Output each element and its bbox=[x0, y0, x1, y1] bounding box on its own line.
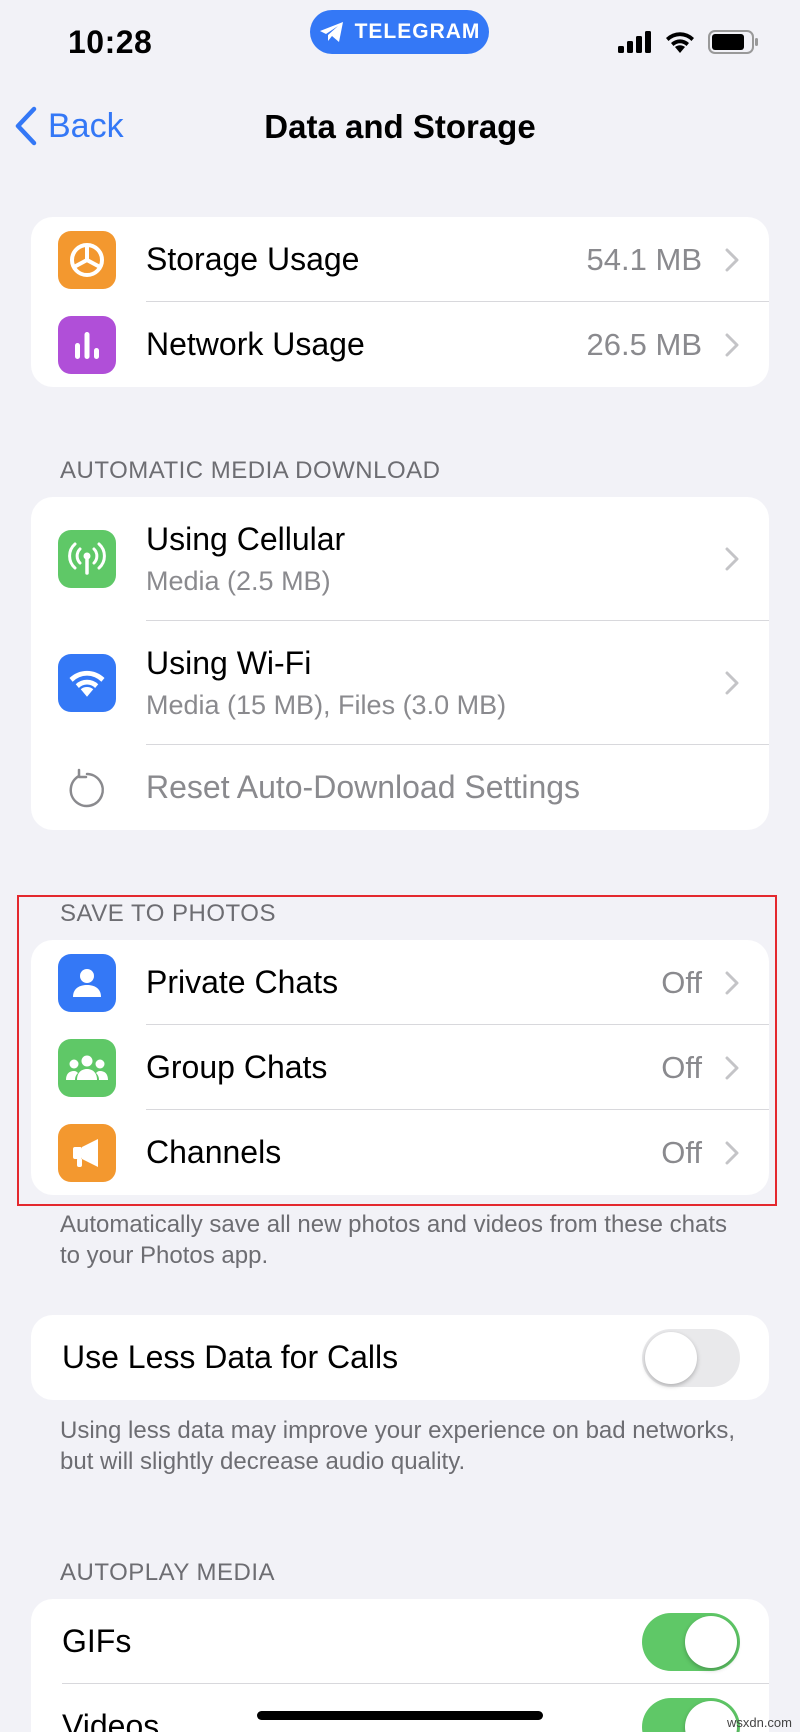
nav-bar: Back Data and Storage bbox=[0, 96, 800, 160]
status-time: 10:28 bbox=[68, 24, 153, 60]
storage-icon-badge bbox=[58, 230, 116, 289]
reset-label: Reset Auto-Download Settings bbox=[146, 769, 581, 805]
calls-group: Use Less Data for Calls bbox=[31, 1315, 769, 1400]
videos-toggle[interactable] bbox=[642, 1697, 740, 1732]
row-value: 54.1 MB bbox=[586, 241, 702, 277]
chevron-right-icon bbox=[725, 1056, 739, 1079]
less-data-calls-toggle[interactable] bbox=[642, 1328, 740, 1387]
network-icon-badge bbox=[58, 315, 116, 374]
reset-icon bbox=[69, 768, 104, 807]
section-header: SAVE TO PHOTOS bbox=[60, 900, 276, 927]
status-bar: 10:28 TELEGRAM bbox=[0, 0, 800, 86]
row-subtitle: Media (15 MB), Files (3.0 MB) bbox=[146, 690, 507, 720]
private-icon-badge bbox=[58, 953, 116, 1012]
section-header: AUTOPLAY MEDIA bbox=[60, 1559, 276, 1586]
reset-icon-badge bbox=[58, 759, 116, 817]
toggle-knob bbox=[685, 1615, 737, 1668]
section-header: AUTOMATIC MEDIA DOWNLOAD bbox=[60, 457, 441, 484]
reset-auto-download-row[interactable]: Reset Auto-Download Settings bbox=[31, 745, 769, 830]
pill-label: TELEGRAM bbox=[354, 20, 481, 43]
row-subtitle: Media (2.5 MB) bbox=[146, 566, 331, 596]
chevron-right-icon bbox=[725, 671, 739, 695]
signal-icon bbox=[618, 31, 651, 53]
using-wifi-row[interactable]: Using Wi-Fi Media (15 MB), Files (3.0 MB… bbox=[31, 621, 769, 745]
megaphone-icon bbox=[73, 1138, 98, 1167]
page-title: Data and Storage bbox=[264, 108, 536, 145]
row-label: Using Wi-Fi bbox=[146, 645, 312, 681]
antenna-icon bbox=[68, 542, 106, 575]
chevron-right-icon bbox=[725, 971, 739, 994]
gifs-row: GIFs bbox=[31, 1599, 769, 1684]
network-usage-row[interactable]: Network Usage 26.5 MB bbox=[31, 302, 769, 387]
auto-download-group: Using Cellular Media (2.5 MB) Using Wi-F… bbox=[31, 497, 769, 830]
paper-plane-icon bbox=[319, 22, 343, 42]
group-chats-row[interactable]: Group Chats Off bbox=[31, 1025, 769, 1110]
group-icon-badge bbox=[58, 1038, 116, 1097]
row-value: Off bbox=[661, 1134, 702, 1170]
pie-chart-icon bbox=[70, 242, 104, 277]
section-footer: Using less data may improve your experie… bbox=[60, 1417, 735, 1475]
row-value: Off bbox=[661, 1049, 702, 1085]
channels-icon-badge bbox=[58, 1123, 116, 1182]
bar-chart-icon bbox=[75, 331, 99, 359]
wifi-status-icon bbox=[666, 32, 694, 53]
row-label: Channels bbox=[146, 1134, 282, 1170]
person-icon bbox=[73, 968, 101, 997]
row-label: Use Less Data for Calls bbox=[62, 1339, 399, 1375]
chevron-right-icon bbox=[725, 1141, 739, 1164]
gifs-toggle[interactable] bbox=[642, 1612, 740, 1671]
chevron-right-icon bbox=[725, 547, 739, 571]
chevron-right-icon bbox=[725, 333, 739, 356]
row-label: GIFs bbox=[62, 1623, 132, 1659]
row-label: Using Cellular bbox=[146, 521, 346, 557]
private-chats-row[interactable]: Private Chats Off bbox=[31, 940, 769, 1025]
videos-row: Videos bbox=[31, 1684, 769, 1732]
row-label: Private Chats bbox=[146, 964, 339, 1000]
channels-row[interactable]: Channels Off bbox=[31, 1110, 769, 1195]
wifi-icon bbox=[69, 670, 105, 697]
group-icon bbox=[66, 1055, 108, 1080]
cellular-icon-badge bbox=[58, 530, 116, 588]
battery-icon bbox=[708, 30, 758, 54]
row-value: 26.5 MB bbox=[586, 326, 702, 362]
status-icons bbox=[618, 30, 760, 54]
chevron-right-icon bbox=[725, 248, 739, 271]
toggle-knob bbox=[645, 1331, 697, 1384]
storage-usage-row[interactable]: Storage Usage 54.1 MB bbox=[31, 217, 769, 302]
section-footer: Automatically save all new photos and vi… bbox=[60, 1211, 728, 1269]
watermark: wsxdn.com bbox=[726, 1715, 792, 1730]
telegram-pill[interactable]: TELEGRAM bbox=[310, 10, 489, 54]
wifi-icon-badge bbox=[58, 654, 116, 712]
home-indicator[interactable] bbox=[257, 1711, 543, 1720]
less-data-calls-row: Use Less Data for Calls bbox=[31, 1315, 769, 1400]
usage-group: Storage Usage 54.1 MB Network Usage 26.5… bbox=[31, 217, 769, 387]
row-label: Group Chats bbox=[146, 1049, 328, 1085]
row-value: Off bbox=[661, 964, 702, 1000]
using-cellular-row[interactable]: Using Cellular Media (2.5 MB) bbox=[31, 497, 769, 621]
save-to-photos-group: Private Chats Off Group Chats Off Channe… bbox=[31, 940, 769, 1195]
